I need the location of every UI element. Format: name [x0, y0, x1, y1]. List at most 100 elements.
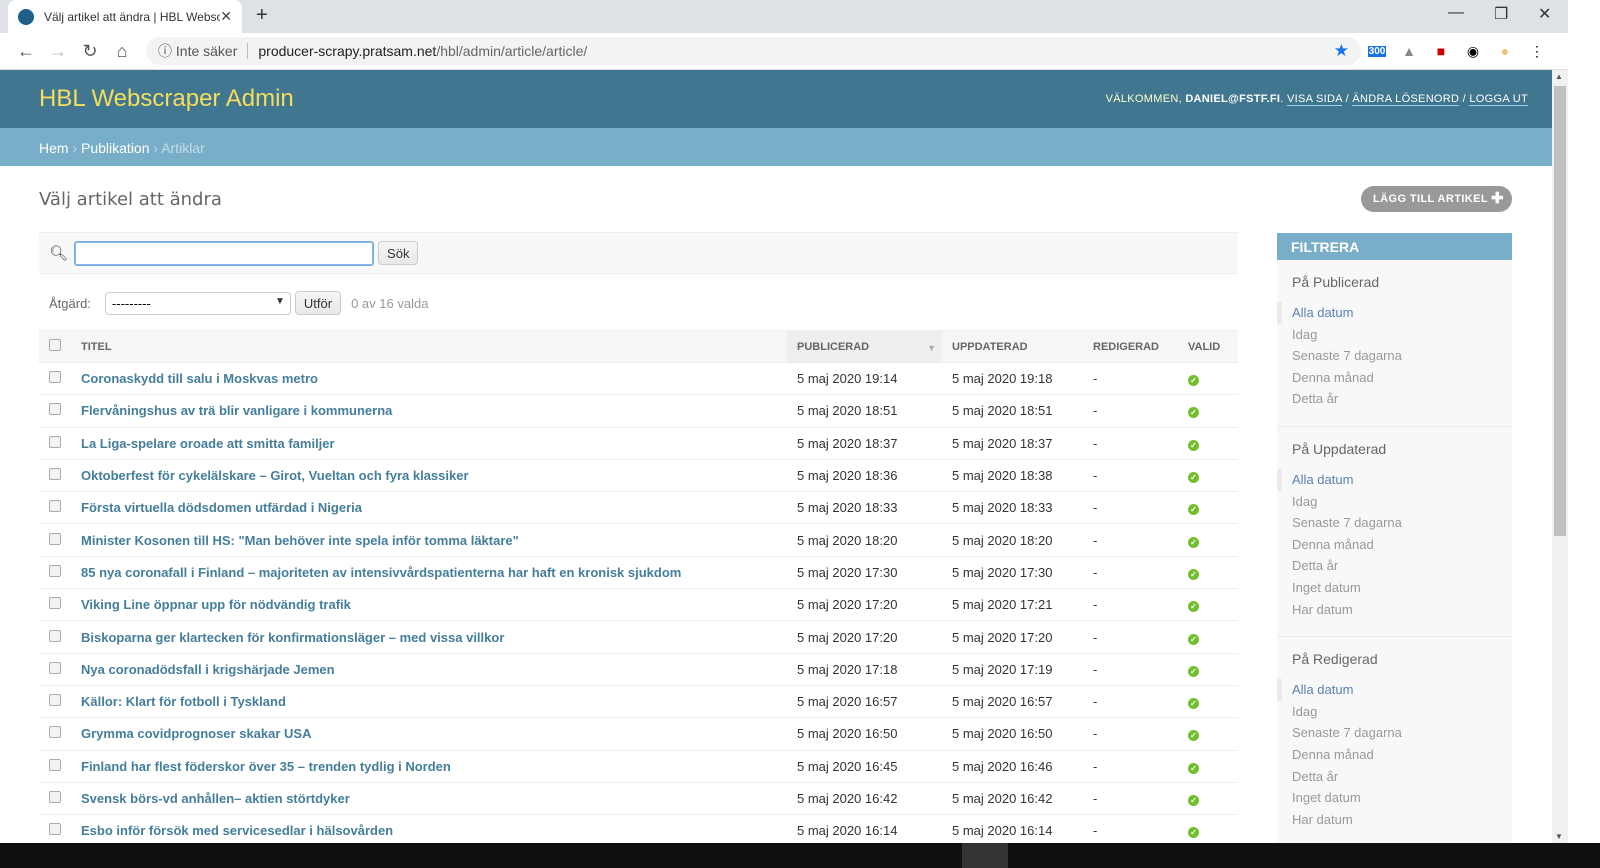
column-header-title[interactable]: TITEL: [71, 330, 787, 363]
filter-option[interactable]: Senaste 7 dagarna: [1277, 345, 1512, 367]
back-icon[interactable]: ←: [10, 41, 42, 62]
filter-option[interactable]: Inget datum: [1277, 577, 1512, 599]
article-title-link[interactable]: Finland har flest föderskor över 35 – tr…: [81, 759, 451, 774]
forward-icon[interactable]: →: [42, 41, 74, 62]
article-title-link[interactable]: Svensk börs-vd anhållen– aktien störtdyk…: [81, 791, 350, 806]
article-title-link[interactable]: Coronaskydd till salu i Moskvas metro: [81, 371, 318, 386]
filter-option[interactable]: Alla datum: [1277, 679, 1512, 701]
change-password-link[interactable]: ÄNDRA LÖSENORD: [1352, 93, 1460, 106]
published-cell: 5 maj 2020 18:37: [787, 427, 942, 460]
row-checkbox[interactable]: [49, 597, 61, 610]
article-title-link[interactable]: Esbo inför försök med servicesedlar i hä…: [81, 823, 393, 838]
add-article-button[interactable]: LÄGG TILL ARTIKEL ✚: [1361, 186, 1512, 212]
article-title-link[interactable]: Oktoberfest för cykelälskare – Girot, Vu…: [81, 468, 469, 483]
updated-cell: 5 maj 2020 18:33: [942, 491, 1083, 525]
action-select[interactable]: ---------: [104, 291, 291, 315]
drive-extension-icon[interactable]: ▲: [1393, 43, 1425, 59]
filter-option[interactable]: Detta år: [1277, 388, 1512, 410]
scrollbar-thumb[interactable]: [1554, 86, 1566, 536]
info-icon[interactable]: ⓘ: [158, 41, 172, 61]
search-input[interactable]: [74, 240, 375, 266]
row-checkbox[interactable]: [49, 468, 61, 481]
restore-icon[interactable]: ❐: [1494, 4, 1508, 24]
bookmark-star-icon[interactable]: ★: [1334, 41, 1349, 61]
close-tab-icon[interactable]: ✕: [220, 8, 232, 25]
breadcrumb-app[interactable]: Publikation: [81, 140, 150, 156]
search-button[interactable]: Sök: [378, 241, 419, 265]
table-row: Grymma covidprognoser skakar USA 5 maj 2…: [39, 717, 1238, 751]
profile-avatar[interactable]: ●: [1489, 43, 1521, 59]
close-window-icon[interactable]: ✕: [1538, 4, 1551, 24]
article-title-link[interactable]: Flervåningshus av trä blir vanligare i k…: [81, 403, 392, 418]
row-checkbox[interactable]: [49, 564, 61, 577]
breadcrumb-home[interactable]: Hem: [39, 140, 69, 156]
valid-check-icon: ✓: [1188, 375, 1199, 387]
column-header-valid[interactable]: VALID: [1178, 330, 1238, 363]
row-checkbox[interactable]: [49, 403, 61, 416]
filter-option[interactable]: Senaste 7 dagarna: [1277, 512, 1512, 534]
minimize-icon[interactable]: —: [1448, 4, 1464, 22]
column-header-edited[interactable]: REDIGERAD: [1083, 330, 1178, 363]
column-header-updated[interactable]: UPPDATERAD: [942, 330, 1083, 363]
filter-option[interactable]: Har datum: [1277, 809, 1512, 831]
reload-icon[interactable]: ↻: [74, 41, 106, 62]
select-all-checkbox[interactable]: [49, 339, 61, 351]
scroll-down-icon[interactable]: ▼: [1555, 832, 1563, 841]
row-checkbox[interactable]: [49, 694, 61, 707]
filter-option[interactable]: Detta år: [1277, 555, 1512, 577]
filter-option[interactable]: Alla datum: [1277, 302, 1512, 324]
view-site-link[interactable]: VISA SIDA: [1287, 93, 1343, 106]
article-title-link[interactable]: Viking Line öppnar upp för nödvändig tra…: [81, 597, 351, 612]
filter-option[interactable]: Idag: [1277, 701, 1512, 723]
filter-option[interactable]: Detta år: [1277, 766, 1512, 788]
pdf-extension-icon[interactable]: ■: [1425, 43, 1457, 59]
breadcrumb-current: Artiklar: [161, 140, 205, 156]
article-title-link[interactable]: Nya coronadödsfall i krigshärjade Jemen: [81, 662, 335, 677]
tab-title: Välj artikel att ändra | HBL Webscraper …: [44, 9, 221, 24]
filter-option[interactable]: Denna månad: [1277, 367, 1512, 389]
filter-option[interactable]: Idag: [1277, 324, 1512, 346]
filter-option[interactable]: Inget datum: [1277, 787, 1512, 809]
row-checkbox[interactable]: [49, 791, 61, 803]
article-title-link[interactable]: 85 nya coronafall i Finland – majoritete…: [81, 565, 681, 580]
row-checkbox[interactable]: [49, 758, 61, 771]
filter-option[interactable]: Alla datum: [1277, 468, 1512, 491]
article-title-link[interactable]: Källor: Klart för fotboll i Tyskland: [81, 694, 286, 709]
home-icon[interactable]: ⌂: [106, 41, 138, 62]
row-checkbox[interactable]: [49, 371, 61, 384]
row-checkbox[interactable]: [49, 823, 61, 836]
browser-tab[interactable]: Välj artikel att ändra | HBL Webscraper …: [8, 0, 242, 33]
menu-icon[interactable]: ⋮: [1521, 43, 1553, 60]
filter-option[interactable]: Har datum: [1277, 599, 1512, 621]
valid-check-icon: ✓: [1188, 504, 1199, 516]
article-title-link[interactable]: Minister Kosonen till HS: "Man behöver i…: [81, 533, 519, 548]
globe-extension-icon[interactable]: ◉: [1457, 43, 1489, 60]
row-checkbox[interactable]: [49, 661, 61, 674]
actions-bar: Åtgärd: --------- ▼ Utför 0 av 16 valda: [39, 274, 1238, 320]
address-bar[interactable]: ⓘ Inte säker producer-scrapy.pratsam.net…: [146, 37, 1361, 65]
filter-option[interactable]: Senaste 7 dagarna: [1277, 722, 1512, 744]
row-checkbox[interactable]: [49, 435, 61, 448]
run-action-button[interactable]: Utför: [294, 291, 342, 315]
article-title-link[interactable]: Biskoparna ger klartecken för konfirmati…: [81, 630, 504, 645]
published-cell: 5 maj 2020 16:50: [787, 717, 942, 751]
scroll-up-icon[interactable]: ▲: [1555, 72, 1563, 81]
filter-option[interactable]: Denna månad: [1277, 744, 1512, 766]
row-checkbox[interactable]: [49, 726, 61, 739]
updated-cell: 5 maj 2020 16:57: [942, 685, 1083, 719]
filter-option[interactable]: Idag: [1277, 491, 1512, 513]
row-checkbox[interactable]: [49, 500, 61, 513]
row-checkbox[interactable]: [49, 629, 61, 642]
logout-link[interactable]: LOGGA UT: [1469, 93, 1528, 106]
site-brand[interactable]: HBL Webscraper Admin: [39, 85, 294, 113]
article-title-link[interactable]: La Liga-spelare oroade att smitta familj…: [81, 436, 335, 451]
new-tab-icon[interactable]: +: [256, 4, 268, 27]
filter-option[interactable]: Denna månad: [1277, 534, 1512, 556]
column-header-published[interactable]: PUBLICERAD ▼: [787, 330, 942, 363]
article-title-link[interactable]: Grymma covidprognoser skakar USA: [81, 726, 311, 741]
row-checkbox[interactable]: [49, 532, 61, 545]
rss-extension-icon[interactable]: 300: [1361, 45, 1393, 57]
sort-descending-icon[interactable]: ▼: [927, 343, 936, 353]
article-title-link[interactable]: Första virtuella dödsdomen utfärdad i Ni…: [81, 500, 362, 515]
vertical-scrollbar[interactable]: ▲ ▼: [1552, 70, 1568, 843]
